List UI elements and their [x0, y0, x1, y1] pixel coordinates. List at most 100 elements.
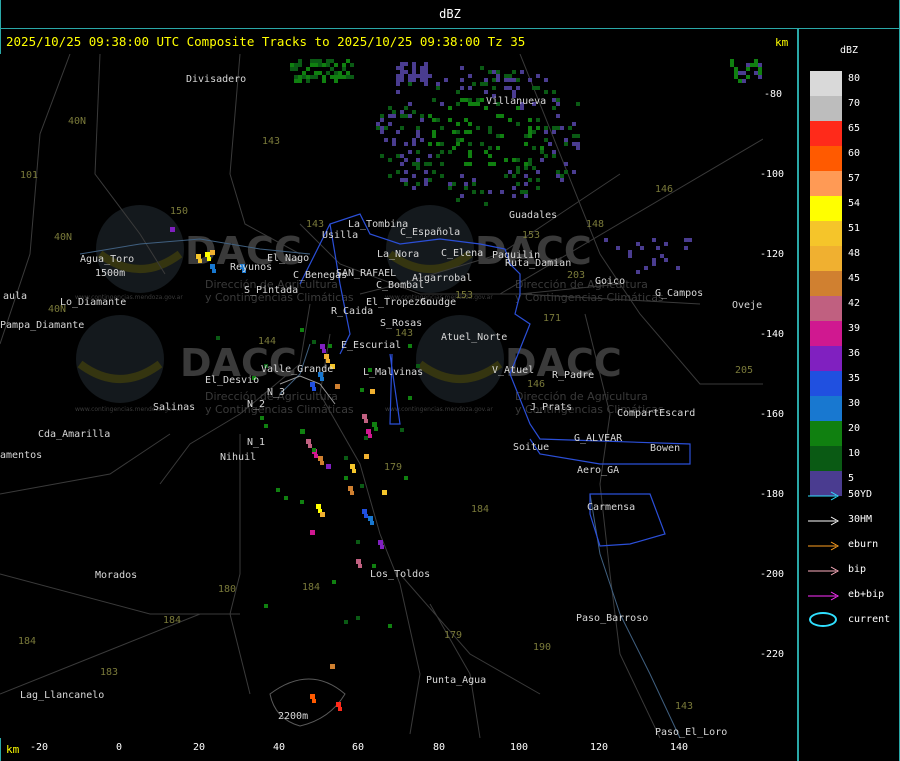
dacc-logo-4	[416, 315, 504, 403]
echo-pixel	[480, 66, 484, 70]
route-number: 150	[170, 206, 188, 217]
echo-pixel	[464, 182, 468, 186]
echo-pixel	[388, 106, 392, 110]
route-number: 180	[218, 584, 236, 595]
echo-pixel	[552, 106, 556, 110]
echo-pixel	[468, 74, 472, 78]
legend-swatch-51	[810, 221, 842, 246]
place-label: Punta_Agua	[426, 675, 486, 686]
echo-pixel	[540, 150, 544, 154]
echo-pixel	[428, 114, 432, 118]
echo-pixel	[664, 242, 668, 246]
echo-pixel	[412, 62, 416, 66]
echo-pixel	[440, 174, 444, 178]
echo-pixel	[456, 122, 460, 126]
echo-pixel	[342, 75, 346, 79]
echo-pixel	[374, 427, 378, 431]
echo-pixel	[500, 190, 504, 194]
echo-pixel	[544, 90, 548, 94]
echo-pixel	[472, 82, 476, 86]
place-label: El_Nago	[267, 253, 309, 264]
route-number: 179	[444, 630, 462, 641]
echo-pixel	[320, 377, 324, 381]
echo-pixel	[552, 90, 556, 94]
echo-pixel	[298, 75, 302, 79]
route-number: 40N	[48, 304, 66, 315]
route-number: 146	[527, 379, 545, 390]
legend-label-57: 57	[848, 173, 861, 184]
y-tick-m220: -220	[760, 649, 785, 660]
echo-pixel	[536, 126, 540, 130]
echo-pixel	[556, 114, 560, 118]
echo-pixel	[314, 75, 318, 79]
echo-pixel	[346, 59, 350, 63]
echo-pixel	[564, 138, 568, 142]
echo-pixel	[290, 67, 294, 71]
echo-pixel	[644, 266, 648, 270]
echo-pixel	[392, 142, 396, 146]
echo-pixel	[460, 78, 464, 82]
echo-pixel	[318, 59, 322, 63]
echo-pixel	[322, 79, 326, 83]
echo-pixel	[520, 70, 524, 74]
route-number: 143	[395, 328, 413, 339]
echo-pixel	[334, 63, 338, 67]
echo-pixel	[298, 79, 302, 83]
echo-pixel	[432, 130, 436, 134]
echo-pixel	[416, 126, 420, 130]
echo-pixel	[484, 90, 488, 94]
echo-pixel	[436, 142, 440, 146]
echo-pixel	[338, 75, 342, 79]
echo-pixel	[396, 154, 400, 158]
echo-pixel	[380, 126, 384, 130]
echo-pixel	[408, 114, 412, 118]
echo-pixel	[318, 456, 323, 461]
route-number: 101	[20, 170, 38, 181]
route-number: 184	[302, 582, 320, 593]
echo-pixel	[528, 162, 532, 166]
echo-pixel	[318, 71, 322, 75]
echo-pixel	[528, 118, 532, 122]
place-label: C_Elena	[441, 248, 483, 259]
echo-pixel	[468, 122, 472, 126]
dacc-logo-3	[76, 315, 164, 403]
echo-pixel	[306, 67, 310, 71]
echo-pixel	[294, 63, 298, 67]
echo-pixel	[382, 490, 387, 495]
track-label-50YD: 50YD	[848, 489, 873, 500]
route-number: 184	[471, 504, 489, 515]
legend-swatch-42	[810, 296, 842, 321]
echo-pixel	[350, 63, 354, 67]
echo-pixel	[356, 540, 360, 544]
echo-pixel	[380, 154, 384, 158]
echo-pixel	[424, 178, 428, 182]
echo-pixel	[488, 154, 492, 158]
legend-swatch-10	[810, 446, 842, 471]
echo-pixel	[440, 150, 444, 154]
echo-pixel	[334, 71, 338, 75]
echo-pixel	[360, 388, 364, 392]
legend-label-70: 70	[848, 98, 861, 109]
track-label-bip: bip	[848, 564, 867, 575]
echo-pixel	[314, 59, 318, 63]
echo-pixel	[512, 70, 516, 74]
place-label: Morados	[95, 570, 137, 581]
echo-pixel	[326, 59, 330, 63]
echo-pixel	[484, 82, 488, 86]
echo-pixel	[512, 186, 516, 190]
place-label: Usilla	[322, 230, 358, 241]
echo-pixel	[536, 186, 540, 190]
echo-pixel	[758, 71, 762, 75]
place-label: S_Pintada	[244, 285, 298, 296]
radar-map[interactable]: DACC DACC DACC DACC Dirección de Agricul…	[0, 54, 763, 738]
echo-pixel	[356, 616, 360, 620]
echo-pixel	[472, 182, 476, 186]
echo-pixel	[400, 154, 404, 158]
echo-pixel	[688, 238, 692, 242]
echo-pixel	[396, 66, 400, 70]
echo-pixel	[326, 359, 330, 363]
echo-pixel	[376, 122, 380, 126]
echo-pixel	[496, 134, 500, 138]
place-label: G_ALVEAR	[574, 433, 623, 444]
echo-pixel	[436, 86, 440, 90]
